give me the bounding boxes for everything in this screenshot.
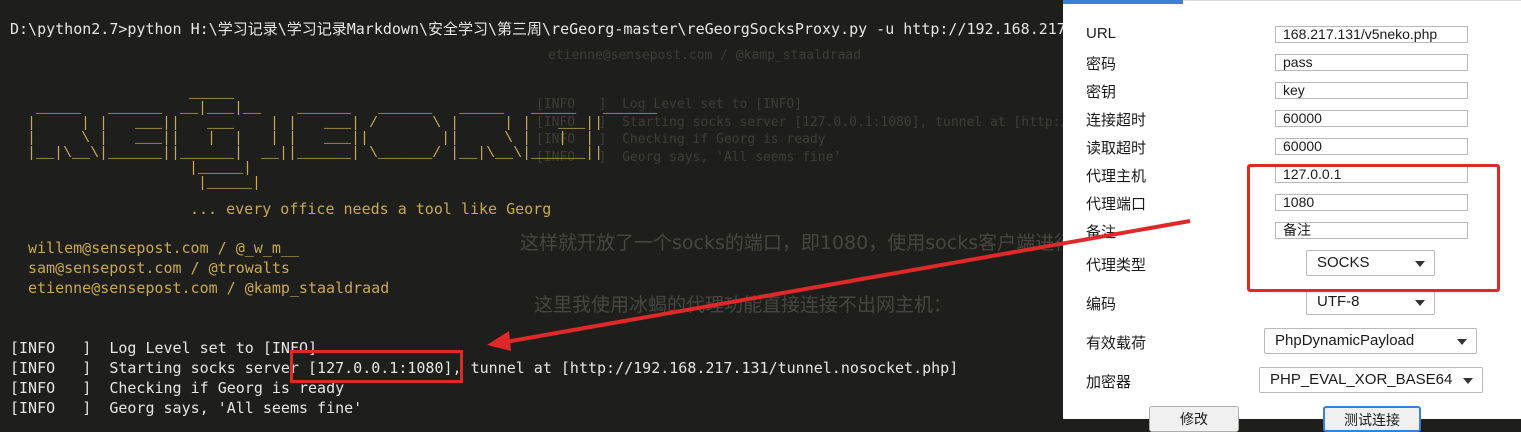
read-timeout-label: 读取超时 [1086, 140, 1147, 157]
chevron-down-icon [1457, 339, 1467, 345]
test-connection-button[interactable]: 测试连接 [1323, 406, 1421, 432]
credit-line: willem@sensepost.com / @_w_m__ [28, 239, 299, 257]
tagline: ... every office needs a tool like Georg [190, 200, 552, 218]
payload-select[interactable]: PhpDynamicPayload [1264, 328, 1477, 354]
encryptor-label: 加密器 [1086, 374, 1132, 391]
chevron-down-icon [1463, 378, 1473, 384]
command-line: D:\python2.7>python H:\学习记录\学习记录Markdown… [10, 20, 1063, 38]
payload-value: PhpDynamicPayload [1275, 332, 1415, 349]
active-tab-indicator [1063, 0, 1183, 4]
modify-button[interactable]: 修改 [1149, 406, 1239, 432]
connect-timeout-label: 连接超时 [1086, 112, 1147, 129]
encoding-select[interactable]: UTF-8 [1306, 289, 1435, 315]
url-label: URL [1086, 25, 1117, 42]
terminal-window[interactable]: etienne@sensepost.com / @kamp_staaldraad… [0, 0, 1063, 419]
connect-timeout-field[interactable]: 60000 [1275, 110, 1468, 127]
chevron-down-icon [1415, 300, 1425, 306]
read-timeout-field[interactable]: 60000 [1275, 138, 1468, 155]
socks-address-highlight [290, 350, 463, 383]
info-line: [INFO ] Starting socks server [127.0.0.1… [10, 359, 959, 377]
url-field[interactable]: 168.217.131/v5neko.php [1275, 26, 1468, 43]
encoding-value: UTF-8 [1317, 293, 1360, 310]
remark-label: 备注 [1086, 224, 1117, 241]
password-field[interactable]: pass [1275, 54, 1468, 71]
key-field[interactable]: key [1275, 82, 1468, 99]
proxy-host-label: 代理主机 [1086, 168, 1147, 185]
password-label: 密码 [1086, 56, 1117, 73]
ghost-credit: etienne@sensepost.com / @kamp_staaldraad [548, 48, 862, 63]
encoding-label: 编码 [1086, 296, 1117, 313]
ghost-paragraph-1: 这样就开放了一个socks的端口，即1080，使用socks客户端进行 [520, 232, 1063, 254]
credit-line: etienne@sensepost.com / @kamp_staaldraad [28, 279, 390, 297]
payload-label: 有效载荷 [1086, 335, 1147, 352]
divider [1183, 0, 1521, 1]
ghost-paragraph-2: 这里我使用冰蝎的代理功能直接连接不出网主机： [534, 294, 953, 316]
regeorg-ascii-logo: _____ _____ ______ __|___|__ ______ ____… [18, 85, 658, 192]
key-label: 密钥 [1086, 84, 1117, 101]
proxy-type-label: 代理类型 [1086, 257, 1147, 274]
credit-line: sam@sensepost.com / @trowalts [28, 259, 290, 277]
proxy-port-label: 代理端口 [1086, 196, 1147, 213]
proxy-settings-highlight [1247, 164, 1500, 292]
info-line: [INFO ] Georg says, 'All seems fine' [10, 399, 363, 417]
encryptor-value: PHP_EVAL_XOR_BASE64 [1270, 371, 1453, 388]
encryptor-select[interactable]: PHP_EVAL_XOR_BASE64 [1259, 367, 1483, 393]
info-line: [INFO ] Log Level set to [INFO] [10, 339, 318, 357]
